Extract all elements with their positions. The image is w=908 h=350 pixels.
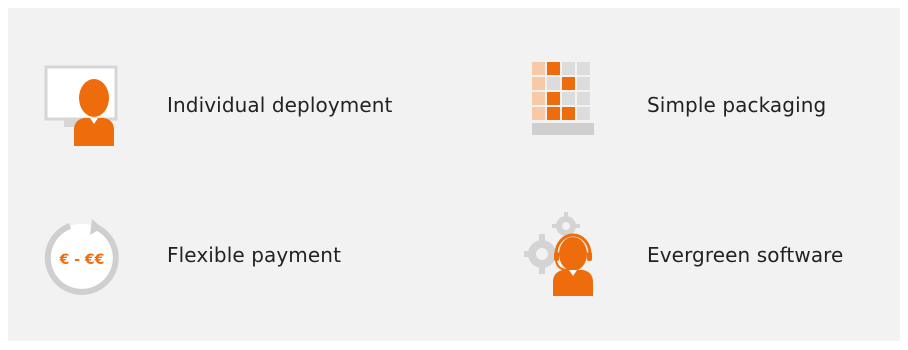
feature-simple-packaging: Simple packaging: [520, 60, 826, 150]
feature-label: Individual deployment: [167, 93, 393, 117]
feature-label: Evergreen software: [647, 243, 844, 267]
feature-label: Simple packaging: [647, 93, 827, 117]
payment-cycle-icon: € - €€: [40, 210, 120, 300]
package-grid-icon: [520, 60, 600, 150]
feature-flexible-payment: € - €€ Flexible payment: [40, 210, 341, 300]
feature-label: Flexible payment: [167, 243, 342, 267]
support-gears-icon: [520, 210, 600, 300]
feature-evergreen-software: Evergreen software: [520, 210, 843, 300]
payment-icon-text: € - €€: [59, 252, 105, 268]
feature-individual-deployment: Individual deployment: [40, 60, 393, 150]
monitor-user-icon: [40, 60, 120, 150]
